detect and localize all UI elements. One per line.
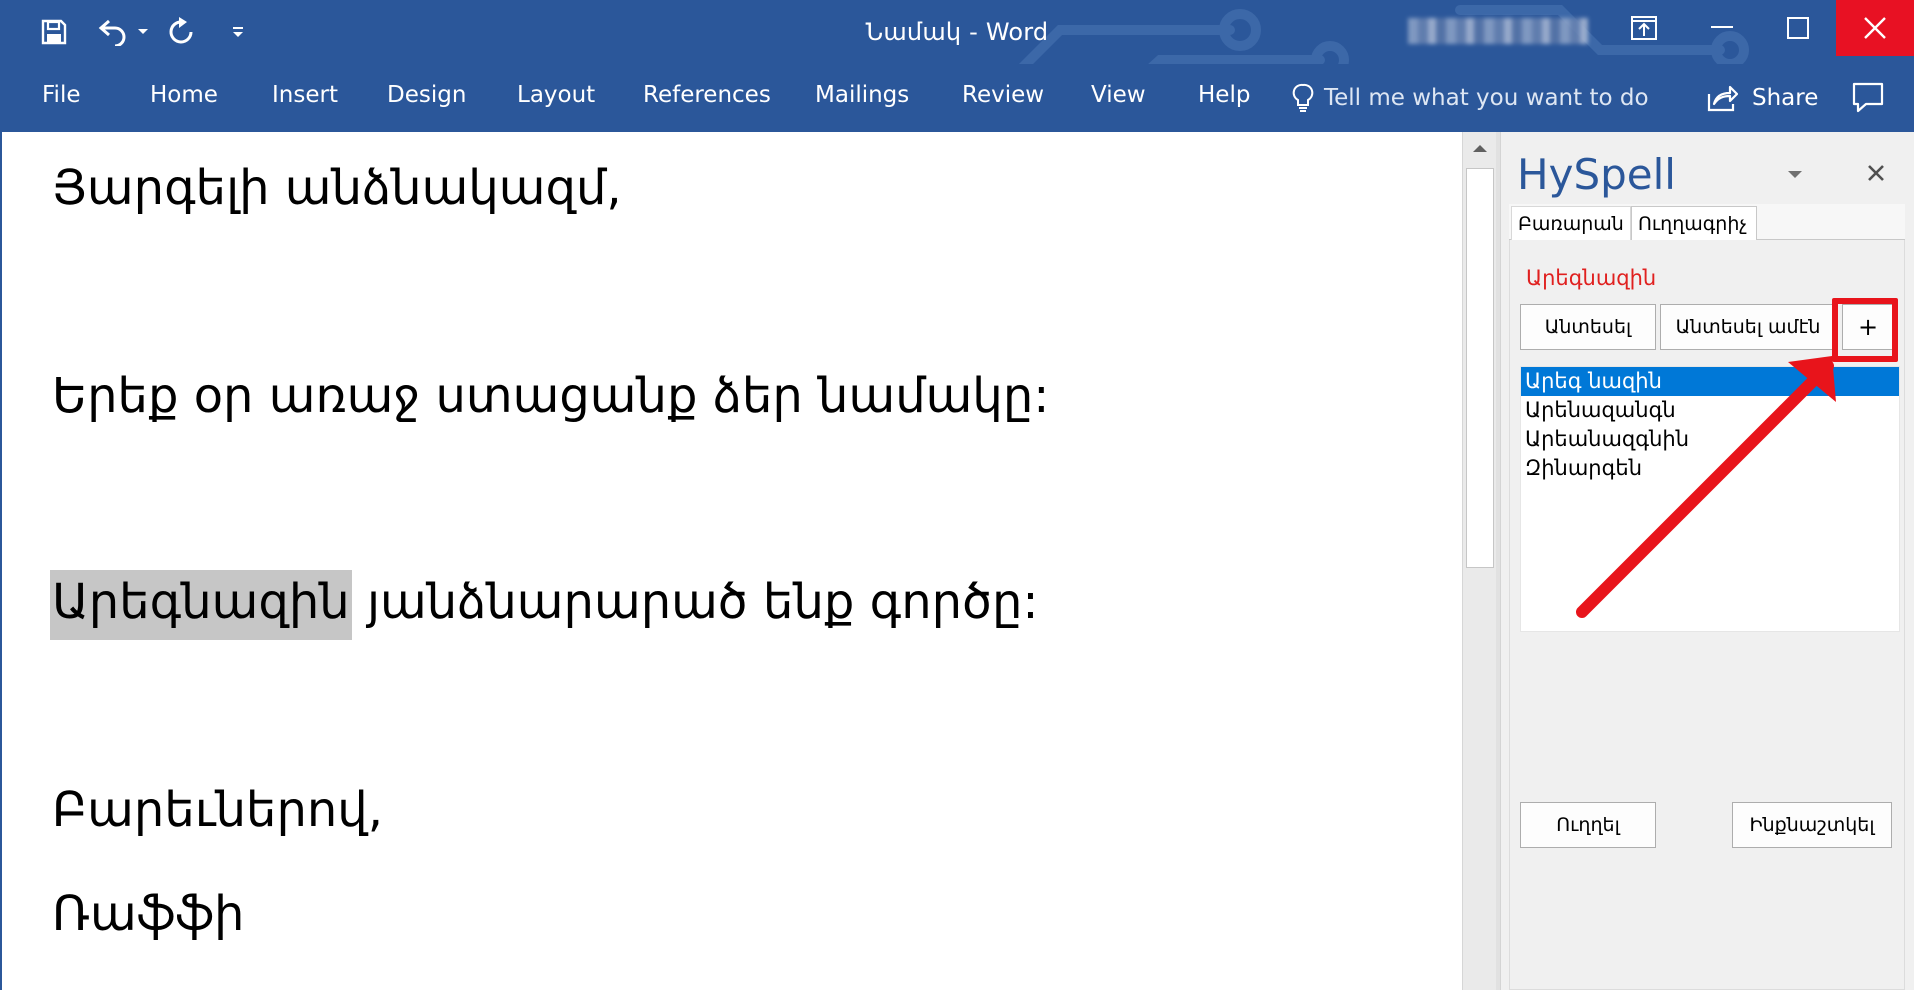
autocorrect-button[interactable]: Ինքնաշտկել — [1732, 802, 1892, 848]
scroll-thumb[interactable] — [1466, 168, 1494, 568]
pane-tab-strip: Բառարան Ուղղագրիչ — [1509, 204, 1905, 241]
tab-file[interactable]: File — [42, 82, 81, 108]
tab-view[interactable]: View — [1091, 82, 1146, 108]
minimize-icon — [1711, 26, 1733, 28]
paragraph-greeting[interactable]: Յարգելի անձնակազմ, — [52, 164, 622, 212]
ribbon-display-options-button[interactable] — [1606, 0, 1682, 56]
scroll-up-button[interactable] — [1463, 132, 1496, 164]
close-icon — [1864, 17, 1886, 39]
maximize-icon — [1787, 17, 1809, 39]
tab-dictionary[interactable]: Բառարան — [1511, 206, 1631, 240]
paragraph-signature[interactable]: Ռաֆֆի — [52, 890, 244, 938]
ignore-all-button[interactable]: Անտեսել ամէն — [1660, 304, 1836, 350]
suggestion-item-selected[interactable]: Արեգ նազին — [1521, 367, 1899, 396]
hyspell-task-pane: HySpell Բառարան Ուղղագրիչ Արեգնազին Անտե… — [1500, 132, 1914, 990]
tell-me-label: Tell me what you want to do — [1324, 85, 1649, 111]
tab-references[interactable]: References — [643, 82, 771, 108]
account-name-blurred[interactable] — [1408, 18, 1588, 44]
suggestion-item[interactable]: Արենազանգն — [1521, 396, 1899, 425]
misspelled-word-label: Արեգնազին — [1526, 266, 1657, 290]
title-bar: Նամակ - Word — [0, 0, 1914, 132]
share-button[interactable]: Share — [1706, 78, 1818, 118]
paragraph-line-3[interactable]: Արեգնազին յանձնարարած ենք գործը: — [50, 570, 1039, 640]
highlighted-misspelled-word[interactable]: Արեգնազին — [50, 570, 352, 640]
tab-review[interactable]: Review — [962, 82, 1044, 108]
paragraph-line-3-rest: յանձնարարած ենք գործը: — [351, 574, 1039, 630]
pane-close-icon[interactable] — [1861, 158, 1891, 188]
annotation-highlight-box — [1832, 298, 1898, 362]
ribbon-tab-bar: File Home Insert Design Layout Reference… — [0, 64, 1914, 132]
ignore-button[interactable]: Անտեսել — [1520, 304, 1656, 350]
paragraph-closing[interactable]: Բարեւներով, — [52, 786, 383, 834]
close-button[interactable] — [1836, 0, 1914, 56]
tab-layout[interactable]: Layout — [517, 82, 595, 108]
ribbon-display-icon — [1631, 16, 1657, 40]
pane-options-chevron-icon[interactable] — [1783, 162, 1807, 186]
comments-icon[interactable] — [1850, 80, 1886, 116]
word-window: Նամակ - Word File Home Insert Design Lay… — [0, 0, 1914, 990]
maximize-button[interactable] — [1760, 0, 1836, 56]
vertical-scrollbar[interactable] — [1462, 132, 1496, 990]
paragraph-line-2[interactable]: Երեք օր առաջ ստացանք ձեր նամակը: — [52, 372, 1049, 420]
suggestions-list[interactable]: Արեգ նազին Արենազանգն Արեանազգնին Զինարգ… — [1520, 366, 1900, 632]
tab-spellchecker[interactable]: Ուղղագրիչ — [1631, 206, 1757, 241]
share-icon — [1707, 85, 1738, 112]
lightbulb-icon — [1292, 83, 1314, 112]
tab-home[interactable]: Home — [150, 82, 218, 108]
scroll-up-arrow-icon — [1472, 145, 1487, 152]
share-label: Share — [1752, 85, 1819, 111]
tab-design[interactable]: Design — [387, 82, 466, 108]
tell-me-search[interactable]: Tell me what you want to do — [1292, 78, 1649, 118]
tab-mailings[interactable]: Mailings — [815, 82, 909, 108]
tab-insert[interactable]: Insert — [272, 82, 338, 108]
minimize-button[interactable] — [1684, 0, 1760, 56]
correct-button[interactable]: Ուղղել — [1520, 802, 1656, 848]
document-page[interactable]: Յարգելի անձնակազմ, Երեք օր առաջ ստացանք … — [0, 132, 1462, 990]
tab-help[interactable]: Help — [1198, 82, 1250, 108]
suggestion-item[interactable]: Արեանազգնին — [1521, 425, 1899, 454]
suggestion-item[interactable]: Զինարգեն — [1521, 454, 1899, 483]
pane-title: HySpell — [1517, 150, 1676, 199]
